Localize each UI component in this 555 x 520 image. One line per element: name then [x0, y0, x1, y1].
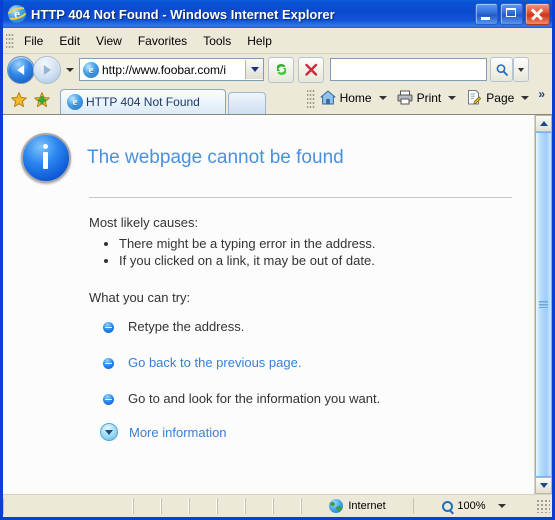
window-controls [475, 3, 550, 25]
command-bar: Home Print Page » [303, 85, 552, 114]
forward-button[interactable] [33, 55, 61, 84]
menu-bar: File Edit View Favorites Tools Help [3, 28, 552, 54]
chevron-down-icon [100, 423, 118, 441]
action-go-to-site: Go to and look for the information you w… [89, 391, 512, 406]
blue-bullet-icon [103, 394, 114, 405]
menu-item-help[interactable]: Help [239, 31, 280, 51]
status-pane [245, 498, 273, 514]
new-tab-button[interactable] [228, 92, 266, 114]
menu-item-favorites[interactable]: Favorites [130, 31, 195, 51]
list-item: If you clicked on a link, it may be out … [119, 253, 512, 268]
info-icon [21, 133, 71, 183]
menu-grip-icon[interactable] [6, 31, 14, 50]
menu-item-view[interactable]: View [88, 31, 130, 51]
go-back-link[interactable]: Go back to the previous page. [128, 355, 301, 370]
page-area: The webpage cannot be found Most likely … [3, 114, 552, 494]
blue-bullet-icon [103, 358, 114, 369]
search-box[interactable] [330, 58, 487, 81]
status-pane [273, 498, 301, 514]
home-label: Home [339, 90, 372, 105]
browser-window: HTTP 404 Not Found - Windows Internet Ex… [0, 0, 555, 520]
tab-bar: HTTP 404 Not Found Home [3, 85, 552, 114]
minimize-button[interactable] [475, 3, 498, 25]
page-title: The webpage cannot be found [87, 147, 344, 168]
refresh-button[interactable] [268, 56, 294, 83]
resize-grip-icon[interactable] [536, 499, 550, 513]
tab-favicon-icon [67, 94, 83, 110]
try-list: Retype the address. Go back to the previ… [89, 319, 512, 441]
scroll-thumb[interactable] [535, 132, 552, 477]
print-button[interactable]: Print [394, 89, 444, 110]
zoom-control[interactable]: 100% [413, 498, 534, 514]
action-label: Go to and look for the information you w… [128, 391, 381, 406]
try-heading: What you can try: [89, 290, 191, 305]
home-dropdown-icon[interactable] [378, 95, 387, 100]
status-pane [189, 498, 217, 514]
history-dropdown-icon[interactable] [66, 67, 74, 72]
tab-http-404-not-found[interactable]: HTTP 404 Not Found [60, 89, 226, 114]
status-bar: Internet 100% [3, 494, 552, 517]
scroll-down-button[interactable] [535, 477, 552, 494]
title-bar: HTTP 404 Not Found - Windows Internet Ex… [3, 0, 552, 28]
causes-heading: Most likely causes: [89, 215, 199, 230]
home-icon [319, 89, 337, 106]
ie-logo-icon [4, 4, 30, 23]
search-dropdown-icon[interactable] [513, 57, 529, 82]
status-pane [217, 498, 245, 514]
security-zone-indicator[interactable]: Internet [301, 498, 413, 514]
menu-item-tools[interactable]: Tools [195, 31, 239, 51]
header-divider [89, 197, 512, 198]
close-button[interactable] [525, 3, 550, 25]
address-dropdown-icon[interactable] [245, 60, 263, 79]
back-button[interactable] [7, 55, 35, 84]
causes-list: There might be a typing error in the add… [89, 236, 512, 268]
add-to-favorites-icon[interactable] [33, 91, 51, 109]
print-dropdown-icon[interactable] [448, 95, 457, 100]
tab-label: HTTP 404 Not Found [86, 95, 200, 109]
toolbar-overflow-button[interactable]: » [536, 88, 548, 112]
error-page: The webpage cannot be found Most likely … [3, 115, 534, 494]
error-body: Most likely causes: There might be a typ… [21, 215, 512, 441]
printer-icon [396, 89, 414, 106]
page-favicon-icon [83, 61, 99, 78]
action-retype-address: Retype the address. [89, 319, 512, 334]
command-bar-grip-icon[interactable] [306, 87, 315, 108]
action-go-back[interactable]: Go back to the previous page. [89, 355, 512, 370]
search-button[interactable] [490, 57, 513, 82]
home-button[interactable]: Home [317, 89, 374, 110]
menu-item-file[interactable]: File [16, 31, 51, 51]
stop-button[interactable] [298, 56, 324, 83]
globe-icon [329, 499, 344, 513]
address-toolbar: http://www.foobar.com/i [3, 54, 552, 85]
list-item: There might be a typing error in the add… [119, 236, 512, 251]
favorites-center-icon[interactable] [10, 91, 28, 109]
zoom-level: 100% [457, 500, 486, 512]
window-title: HTTP 404 Not Found - Windows Internet Ex… [31, 6, 335, 22]
maximize-button[interactable] [500, 3, 523, 25]
vertical-scrollbar[interactable] [534, 115, 552, 494]
scroll-up-button[interactable] [535, 115, 552, 132]
more-information-label[interactable]: More information [129, 425, 227, 440]
page-label: Page [486, 90, 515, 105]
zoom-dropdown-icon[interactable] [497, 504, 506, 508]
page-button[interactable]: Page [463, 89, 516, 110]
address-input[interactable]: http://www.foobar.com/i [102, 63, 245, 77]
more-information-toggle[interactable]: More information [89, 423, 512, 441]
menu-item-edit[interactable]: Edit [51, 31, 88, 51]
action-label: Retype the address. [128, 319, 245, 334]
print-label: Print [416, 90, 442, 105]
status-message-pane [3, 498, 133, 514]
address-bar[interactable]: http://www.foobar.com/i [79, 58, 264, 81]
security-zone-label: Internet [348, 500, 386, 512]
status-pane [133, 498, 161, 514]
error-header: The webpage cannot be found [21, 133, 512, 183]
page-icon [465, 89, 483, 106]
zoom-icon [442, 500, 454, 512]
blue-bullet-icon [103, 322, 114, 333]
status-pane [161, 498, 189, 514]
page-dropdown-icon[interactable] [521, 95, 530, 100]
